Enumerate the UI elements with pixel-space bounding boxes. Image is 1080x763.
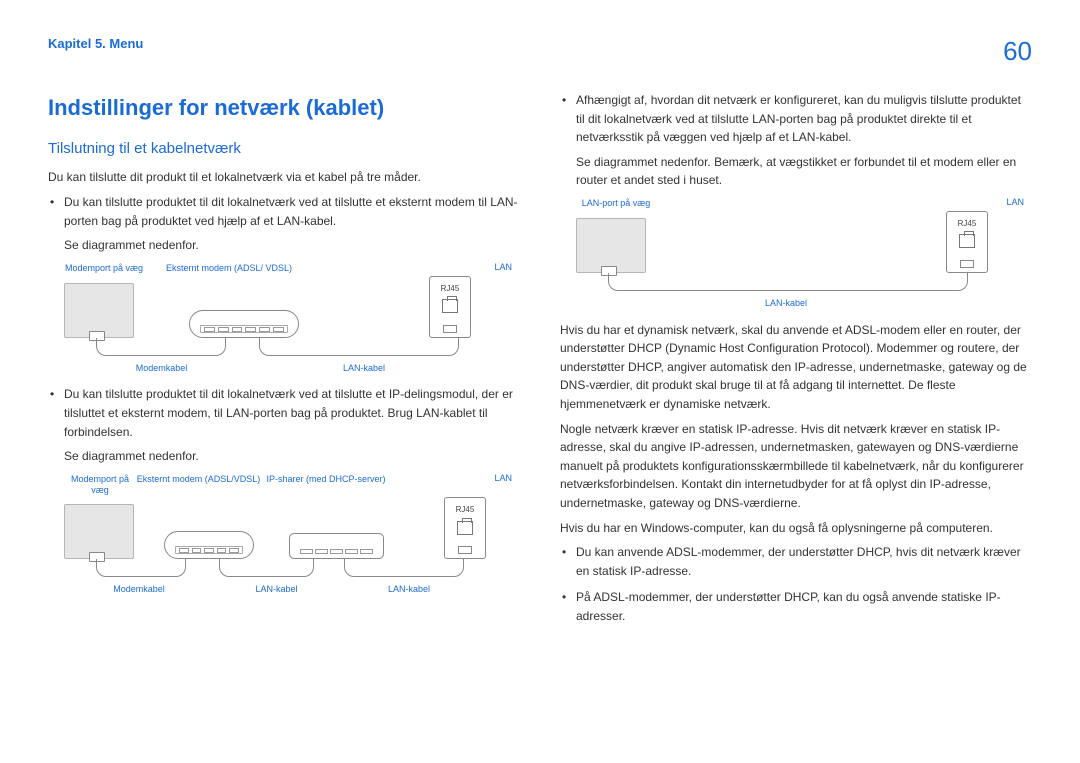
rj45-port-icon: RJ45 [946,211,988,273]
left-column: Indstillinger for netværk (kablet) Tilsl… [48,91,520,634]
bullet-item: Du kan anvende ADSL-modemmer, der unders… [576,543,1032,580]
paragraph-windows: Hvis du har en Windows-computer, kan du … [560,519,1032,538]
rj45-port-icon: RJ45 [429,276,471,338]
bullet-text: Du kan tilslutte produktet til dit lokal… [64,387,513,438]
bullet-item: På ADSL-modemmer, der understøtter DHCP,… [576,588,1032,625]
section-heading: Indstillinger for netværk (kablet) [48,91,520,125]
bullet-text: Afhængigt af, hvordan dit netværk er kon… [576,93,1021,144]
diagram-label-lan: LAN [1006,196,1024,210]
bullet-text: På ADSL-modemmer, der understøtter DHCP,… [576,590,1001,623]
diagram-3: LAN-port på væg LAN RJ45 LAN-kabel [560,198,1032,311]
cable-label-1: Modemkabel [64,362,259,376]
cable-label-1: LAN-kabel [576,297,996,311]
see-diagram-text: Se diagrammet nedenfor. [64,447,520,466]
cable-label-2: LAN-kabel [214,583,339,597]
rj45-label: RJ45 [456,504,475,516]
bullet-item: Du kan tilslutte produktet til dit lokal… [64,385,520,465]
two-column-layout: Indstillinger for netværk (kablet) Tilsl… [48,91,1032,634]
diagram-label-modem: Eksternt modem (ADSL/VDSL) [136,474,261,496]
diagram-label-lan: LAN [494,472,512,486]
ip-sharer-icon [289,533,384,559]
diagram-label-lan: LAN [494,261,512,275]
wall-port-icon [64,283,134,338]
cable-label-2: LAN-kabel [259,362,469,376]
diagram-label-modem: Eksternt modem (ADSL/ VDSL) [144,263,314,274]
rj45-label: RJ45 [441,283,460,295]
bullet-text: Du kan tilslutte produktet til dit lokal… [64,195,518,228]
cable-label-3: LAN-kabel [339,583,479,597]
diagram-label-sharer: IP-sharer (med DHCP-server) [261,474,391,496]
page-header: Kapitel 5. Menu 60 [48,36,1032,67]
page-number: 60 [1003,36,1032,67]
diagram-label-wall: Modemport på væg [64,474,136,496]
modem-icon [189,310,299,338]
see-diagram-text: Se diagrammet nedenfor. [64,236,520,255]
right-column: Afhængigt af, hvordan dit netværk er kon… [560,91,1032,634]
wall-port-icon [64,504,134,559]
diagram-1: Modemport på væg Eksternt modem (ADSL/ V… [48,263,520,376]
subsection-heading: Tilslutning til et kabelnetværk [48,137,520,160]
paragraph-dhcp: Hvis du har et dynamisk netværk, skal du… [560,321,1032,414]
wall-port-icon [576,218,646,273]
rj45-port-icon: RJ45 [444,497,486,559]
diagram-2: Modemport på væg Eksternt modem (ADSL/VD… [48,474,520,598]
modem-icon [164,531,254,559]
bullet-item: Afhængigt af, hvordan dit netværk er kon… [576,91,1032,190]
rj45-label: RJ45 [958,218,977,230]
diagram-label-wall: Modemport på væg [64,263,144,274]
bullet-item: Du kan tilslutte produktet til dit lokal… [64,193,520,255]
bullet-text: Du kan anvende ADSL-modemmer, der unders… [576,545,1021,578]
cable-label-1: Modemkabel [64,583,214,597]
diagram-label-wall: LAN-port på væg [576,198,656,209]
see-diagram-text: Se diagrammet nedenfor. Bemærk, at vægst… [576,153,1032,190]
paragraph-static: Nogle netværk kræver en statisk IP-adres… [560,420,1032,513]
intro-text: Du kan tilslutte dit produkt til et loka… [48,168,520,187]
chapter-label: Kapitel 5. Menu [48,36,143,51]
